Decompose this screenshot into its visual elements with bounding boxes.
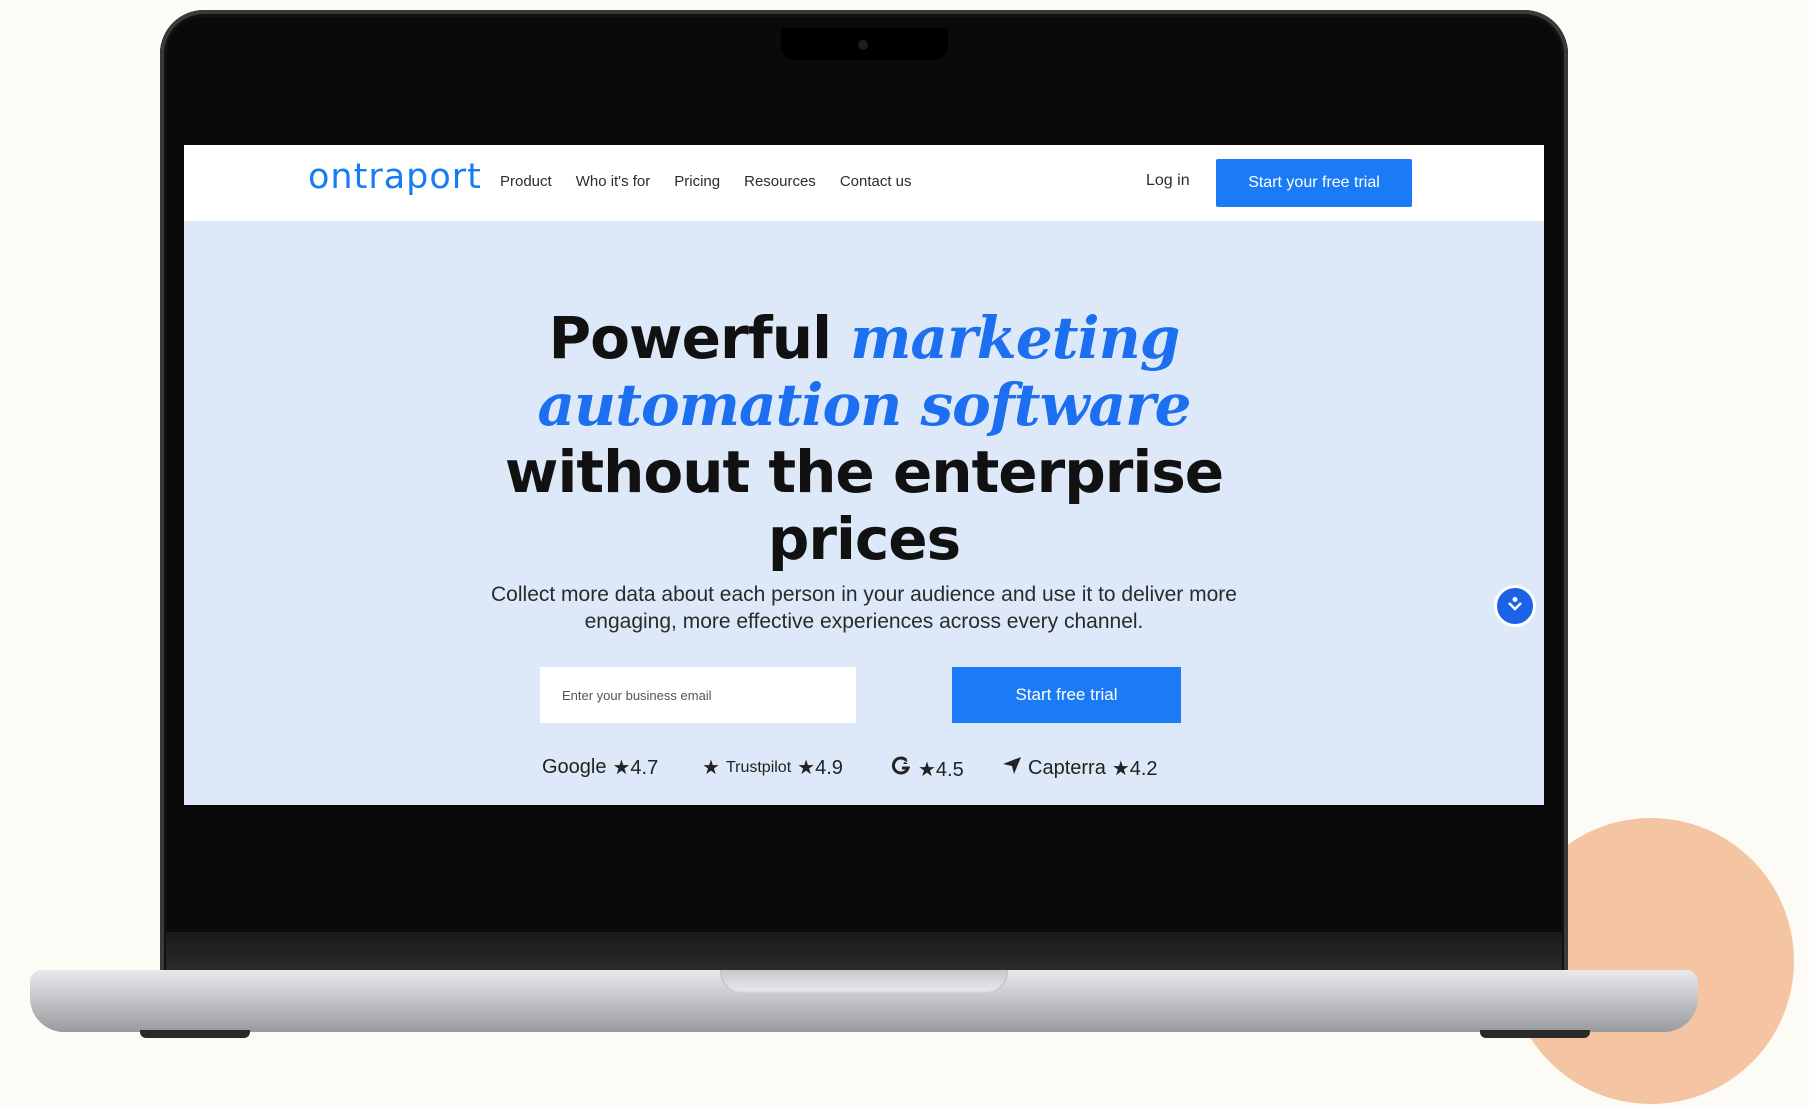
nav-pricing[interactable]: Pricing [674, 173, 720, 190]
nav-who-its-for[interactable]: Who it's for [576, 173, 651, 190]
chevron-down-icon [1505, 594, 1525, 619]
main-nav: Product Who it's for Pricing Resources C… [500, 173, 912, 190]
nav-product[interactable]: Product [500, 173, 552, 190]
laptop-hinge-notch [720, 970, 1008, 994]
start-free-trial-header-button[interactable]: Start your free trial [1216, 159, 1412, 207]
capterra-icon [1002, 755, 1022, 781]
nav-contact-us[interactable]: Contact us [840, 173, 912, 190]
hero-headline: Powerful marketing automation software w… [464, 305, 1264, 573]
trustpilot-wordmark: Trustpilot [725, 758, 792, 776]
rating-trustpilot: ★ Trustpilot ★4.9 [702, 755, 843, 780]
login-link[interactable]: Log in [1146, 172, 1190, 190]
rating-google: Google ★4.7 [542, 755, 658, 780]
site-header: ontraport Product Who it's for Pricing R… [184, 145, 1544, 221]
trustpilot-star-icon: ★ [702, 757, 720, 779]
ontraport-logo[interactable]: ontraport [308, 157, 482, 197]
business-email-input[interactable] [540, 667, 856, 723]
rating-capterra: Capterra ★4.2 [1002, 755, 1158, 781]
headline-line-3: without the enterprise [504, 438, 1224, 506]
laptop-foot-left [140, 1030, 250, 1038]
headline-line-4: prices [767, 505, 961, 573]
scroll-down-button[interactable] [1494, 585, 1536, 627]
headline-accent-2: automation software [537, 371, 1191, 439]
rating-g2: 2 ★4.5 [890, 755, 964, 783]
google-wordmark: Google [542, 756, 607, 778]
rating-score: ★4.5 [918, 758, 964, 781]
svg-text:2: 2 [903, 758, 908, 766]
nav-resources[interactable]: Resources [744, 173, 816, 190]
rating-score: ★4.2 [1111, 757, 1158, 780]
camera-icon [858, 40, 868, 50]
laptop-chin [166, 932, 1562, 972]
laptop-foot-right [1480, 1030, 1590, 1038]
rating-score: ★4.7 [612, 757, 659, 779]
ratings-row: Google ★4.7 ★ Trustpilot ★4.9 2 ★4.5 Cap… [542, 755, 1202, 785]
hero-subtext: Collect more data about each person in y… [491, 583, 1237, 633]
capterra-wordmark: Capterra [1028, 756, 1106, 779]
start-free-trial-button[interactable]: Start free trial [952, 667, 1181, 723]
headline-plain-1: Powerful [548, 304, 832, 372]
laptop-screen: ontraport Product Who it's for Pricing R… [184, 145, 1544, 805]
rating-score: ★4.9 [797, 757, 843, 779]
headline-accent-1: marketing [850, 304, 1180, 372]
g2-icon: 2 [890, 755, 912, 783]
